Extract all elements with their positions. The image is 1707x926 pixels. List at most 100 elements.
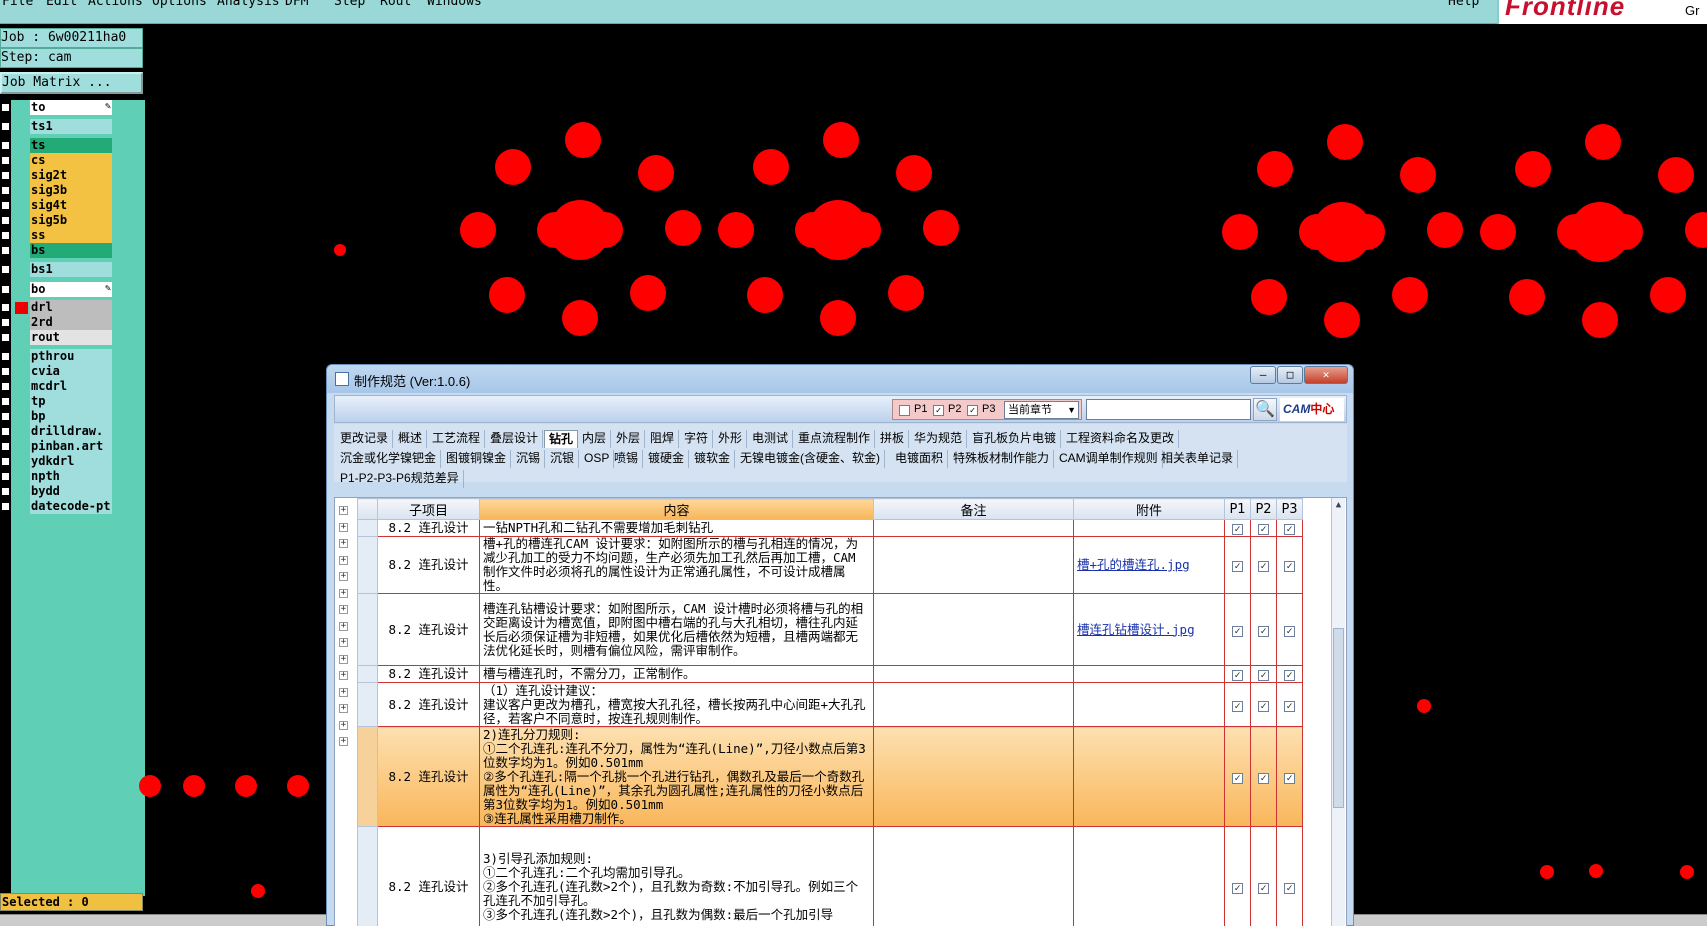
layer-checkbox[interactable] xyxy=(1,231,10,240)
cell-p3[interactable]: ✓ xyxy=(1276,682,1303,727)
layer-row-sig5b[interactable]: sig5b xyxy=(0,213,145,228)
tab-row1-15[interactable]: 工程资料命名及更改 xyxy=(1062,430,1180,448)
tab-row1-1[interactable]: 概述 xyxy=(394,430,428,448)
layer-checkbox[interactable] xyxy=(1,412,10,421)
expand-node-icon[interactable]: + xyxy=(339,605,348,614)
cell-p1[interactable]: ✓ xyxy=(1224,593,1251,666)
tab-row1-14[interactable]: 盲孔板负片电镀 xyxy=(968,430,1062,448)
layer-checkbox[interactable] xyxy=(1,103,10,112)
layer-checkbox[interactable] xyxy=(1,457,10,466)
layer-name[interactable]: sig4t xyxy=(30,198,112,213)
cell-p3[interactable]: ✓ xyxy=(1276,519,1303,537)
col-attachment[interactable]: 附件 xyxy=(1073,498,1225,520)
row-indicator[interactable] xyxy=(357,682,378,727)
tab-row1-7[interactable]: 阻焊 xyxy=(646,430,680,448)
attachment-link[interactable]: 槽连孔钻槽设计.jpg xyxy=(1077,622,1195,637)
menu-actions[interactable]: Actions xyxy=(88,0,143,9)
p2-row-checkbox[interactable]: ✓ xyxy=(1258,670,1269,681)
layer-name[interactable]: bs xyxy=(30,243,112,258)
menu-options[interactable]: Options xyxy=(152,0,207,9)
table-row[interactable]: 8.2 连孔设计 槽连孔钻槽设计要求：如附图所示，CAM 设计槽时必须将槽与孔的相… xyxy=(357,593,1303,666)
cell-sub-item[interactable]: 8.2 连孔设计 xyxy=(377,682,480,727)
layer-checkbox[interactable] xyxy=(1,216,10,225)
row-indicator[interactable] xyxy=(357,519,378,537)
layer-row-datecodept[interactable]: datecode-pt xyxy=(0,499,145,514)
table-row[interactable]: 8.2 连孔设计 （1）连孔设计建议： 建议客户更改为槽孔，槽宽按大孔孔径，槽长按… xyxy=(357,682,1303,727)
layer-row-rout[interactable]: rout xyxy=(0,330,145,345)
tab-row2-6[interactable]: 镀硬金 xyxy=(644,450,690,468)
layer-name[interactable]: datecode-pt xyxy=(30,499,112,514)
expand-node-icon[interactable]: + xyxy=(339,588,348,598)
expand-node-icon[interactable]: + xyxy=(339,671,348,680)
cell-content[interactable]: 3)引导孔添加规则: ①二个孔连孔:二个孔均需加引导孔。 ②多个孔连孔(连孔数>… xyxy=(479,826,874,926)
menu-dfm[interactable]: DFM xyxy=(285,0,308,9)
expand-node-icon[interactable]: + xyxy=(339,522,348,532)
col-content[interactable]: 内容 xyxy=(479,498,874,520)
layer-checkbox[interactable] xyxy=(1,472,10,481)
menu-analysis[interactable]: Analysis xyxy=(217,0,280,9)
layer-name[interactable]: rout xyxy=(30,330,112,345)
layer-checkbox[interactable] xyxy=(1,397,10,406)
expand-node-icon[interactable]: + xyxy=(339,687,348,697)
layer-checkbox[interactable] xyxy=(1,186,10,195)
p1-row-checkbox[interactable]: ✓ xyxy=(1232,561,1243,572)
table-row[interactable]: 8.2 连孔设计 一钻NPTH孔和二钻孔不需要增加毛刺钻孔 ✓ ✓ ✓ xyxy=(357,519,1303,537)
layer-checkbox[interactable] xyxy=(1,382,10,391)
menu-file[interactable]: File xyxy=(2,0,33,9)
layer-row-ydkdrl[interactable]: ydkdrl xyxy=(0,454,145,469)
row-indicator[interactable] xyxy=(357,726,378,827)
layer-name[interactable]: cs xyxy=(30,153,112,168)
layer-row-mcdrl[interactable]: mcdrl xyxy=(0,379,145,394)
p1-row-checkbox[interactable]: ✓ xyxy=(1232,524,1243,535)
tab-row1-12[interactable]: 拼板 xyxy=(876,430,910,448)
cell-note[interactable] xyxy=(873,665,1074,683)
layer-checkbox[interactable] xyxy=(1,171,10,180)
layer-name[interactable]: ydkdrl xyxy=(30,454,112,469)
cell-p2[interactable]: ✓ xyxy=(1250,536,1277,594)
tab-row1-3[interactable]: 叠层设计 xyxy=(486,430,544,448)
layer-row-cs[interactable]: cs xyxy=(0,153,145,168)
cell-p1[interactable]: ✓ xyxy=(1224,826,1251,926)
cell-note[interactable] xyxy=(873,536,1074,594)
search-button[interactable]: 🔍 xyxy=(1253,398,1277,421)
p1-row-checkbox[interactable]: ✓ xyxy=(1232,670,1243,681)
tab-row2-11[interactable]: CAM调单制作规则 xyxy=(1055,450,1163,468)
layer-row-sig3b[interactable]: sig3b xyxy=(0,183,145,198)
p1-row-checkbox[interactable]: ✓ xyxy=(1232,882,1243,894)
cell-sub-item[interactable]: 8.2 连孔设计 xyxy=(377,665,480,683)
tab-row2-2[interactable]: 沉锡 xyxy=(512,450,546,468)
cell-content[interactable]: 2)连孔分刀规则: ①二个孔连孔:连孔不分刀，属性为“连孔(Line)”,刀径小… xyxy=(479,726,874,827)
col-p3[interactable]: P3 xyxy=(1276,498,1303,520)
layer-row-bs1[interactable]: bs1 xyxy=(0,262,145,277)
layer-checkbox[interactable] xyxy=(1,352,10,361)
scope-select[interactable]: 当前章节 ▼ xyxy=(1004,401,1079,419)
cell-p3[interactable]: ✓ xyxy=(1276,665,1303,683)
expand-node-icon[interactable]: + xyxy=(339,621,348,631)
scroll-thumb[interactable] xyxy=(1333,628,1344,808)
layer-row-to[interactable]: to ✎ xyxy=(0,100,145,115)
cell-p1[interactable]: ✓ xyxy=(1224,519,1251,537)
table-row[interactable]: 8.2 连孔设计 槽+孔的槽连孔CAM 设计要求：如附图所示的槽与孔相连的情况，为… xyxy=(357,536,1303,594)
row-indicator[interactable] xyxy=(357,665,378,683)
layer-checkbox[interactable] xyxy=(1,367,10,376)
table-row[interactable]: 8.2 连孔设计 3)引导孔添加规则: ①二个孔连孔:二个孔均需加引导孔。 ②多个… xyxy=(357,826,1303,926)
layer-name[interactable]: bs1 xyxy=(30,262,112,277)
layer-checkbox[interactable] xyxy=(1,487,10,496)
cell-p2[interactable]: ✓ xyxy=(1250,726,1277,827)
p3-row-checkbox[interactable]: ✓ xyxy=(1284,625,1295,637)
layer-checkbox[interactable] xyxy=(1,141,10,150)
layer-checkbox[interactable] xyxy=(1,246,10,255)
expand-node-icon[interactable]: + xyxy=(339,654,348,664)
layer-row-pthrou[interactable]: pthrou xyxy=(0,349,145,364)
p1-checkbox[interactable] xyxy=(899,405,910,416)
p3-row-checkbox[interactable]: ✓ xyxy=(1284,670,1295,681)
tab-row1-10[interactable]: 电测试 xyxy=(748,430,794,448)
layer-checkbox[interactable] xyxy=(1,201,10,210)
search-input[interactable] xyxy=(1086,399,1251,420)
layer-name[interactable]: ts1 xyxy=(30,119,112,134)
p3-row-checkbox[interactable]: ✓ xyxy=(1284,882,1295,894)
layer-name[interactable]: sig2t xyxy=(30,168,112,183)
cell-note[interactable] xyxy=(873,726,1074,827)
layer-row-tp[interactable]: tp xyxy=(0,394,145,409)
layer-row-bp[interactable]: bp xyxy=(0,409,145,424)
